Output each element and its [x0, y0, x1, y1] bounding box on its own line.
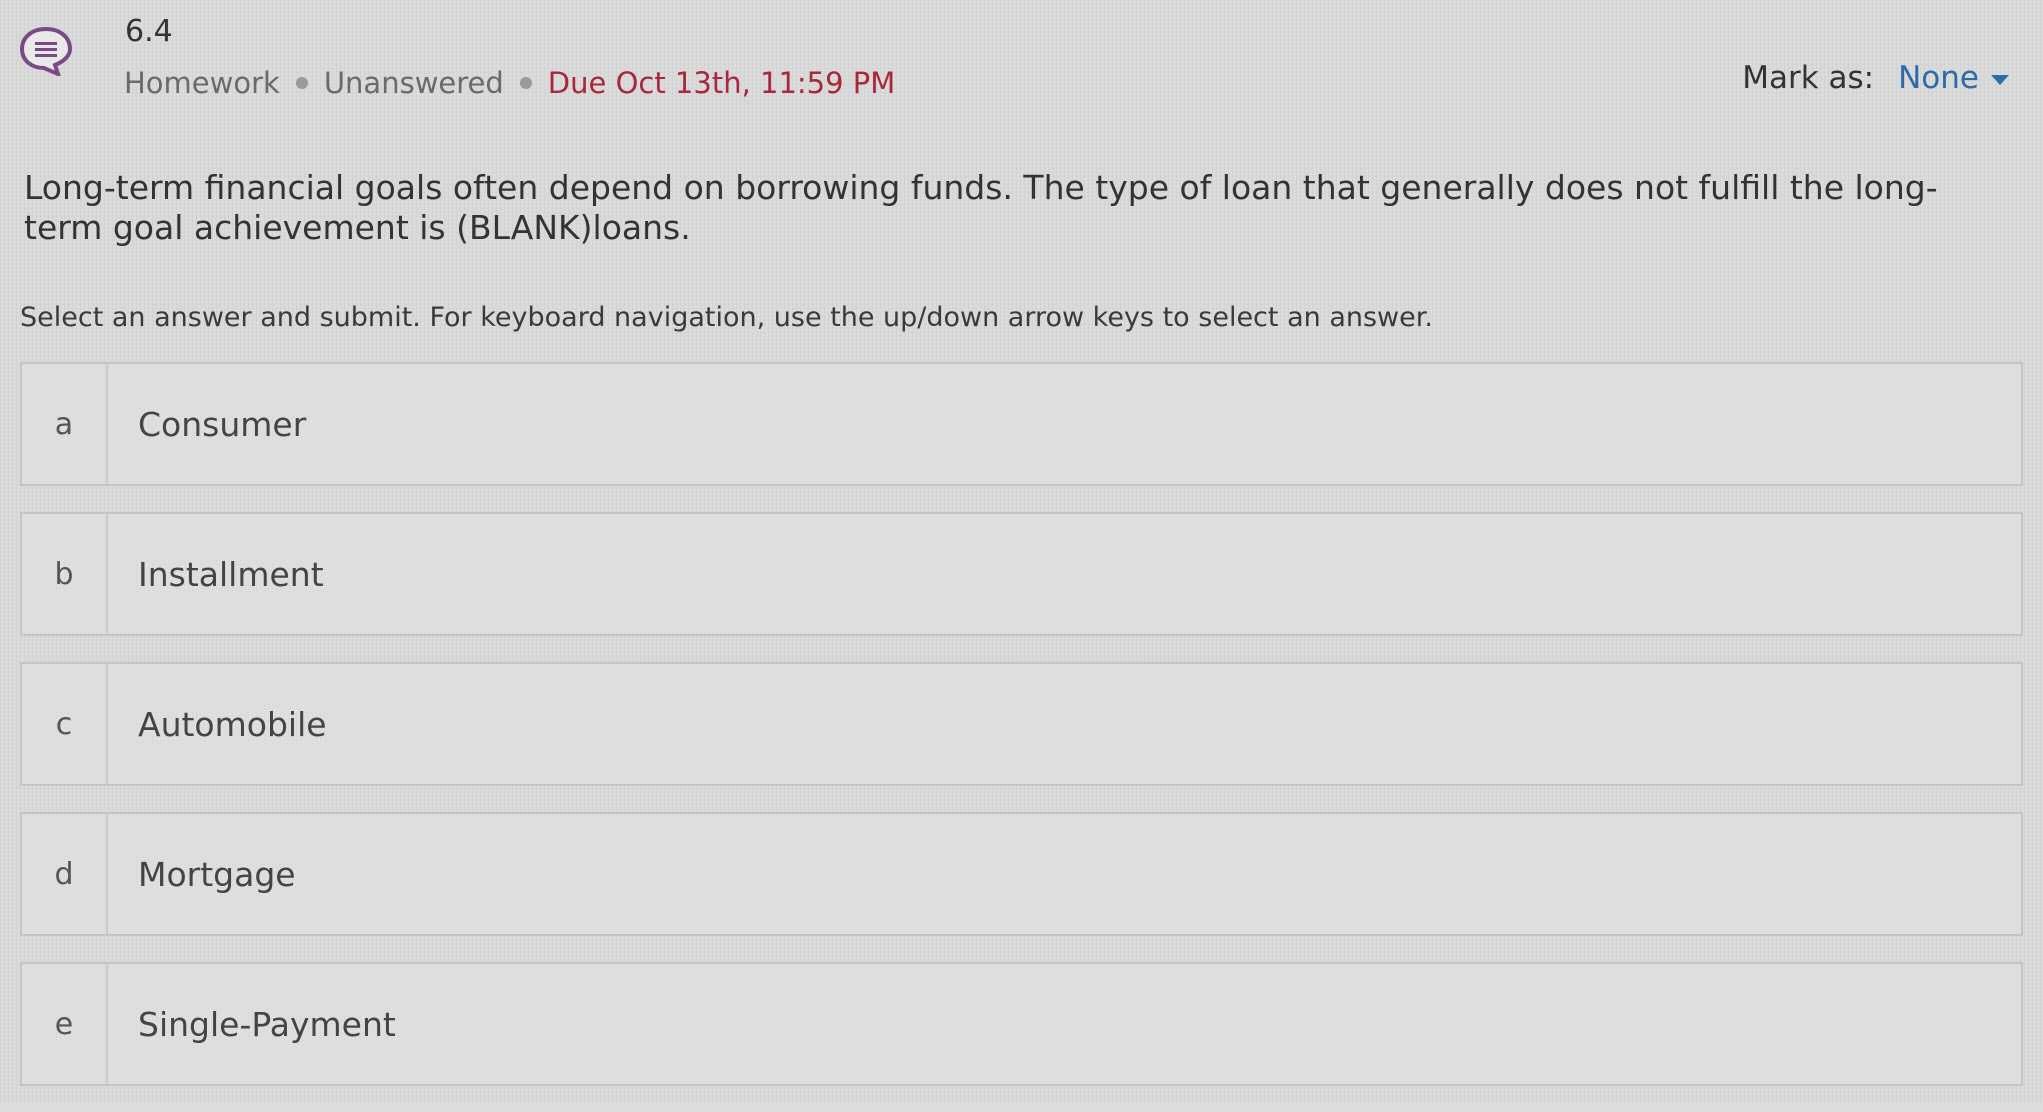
separator-dot — [519, 77, 532, 89]
instructions-text: Select an answer and submit. For keyboar… — [20, 302, 1433, 333]
chevron-down-icon[interactable] — [1991, 75, 2009, 85]
answer-letter: e — [22, 964, 108, 1084]
answer-text: Consumer — [138, 404, 307, 444]
answer-text: Installment — [138, 554, 324, 594]
answer-option-d[interactable]: d Mortgage — [20, 812, 2023, 936]
question-number: 6.4 — [125, 14, 173, 49]
question-chat-icon — [19, 26, 73, 76]
answer-status: Unanswered — [323, 66, 504, 100]
answer-letter: c — [22, 664, 108, 784]
separator-dot — [295, 77, 308, 89]
answer-text: Mortgage — [138, 854, 296, 894]
answer-option-e[interactable]: e Single-Payment — [20, 962, 2023, 1086]
mark-as-label: Mark as: — [1742, 60, 1875, 96]
homework-question-page: 6.4 Homework Unanswered Due Oct 13th, 11… — [0, 0, 2043, 1103]
answer-option-c[interactable]: c Automobile — [20, 662, 2023, 786]
mark-as-dropdown[interactable]: None — [1898, 60, 1979, 96]
mark-as-control: Mark as: None — [1742, 60, 2009, 96]
answer-list: a Consumer b Installment c Automobile d … — [20, 362, 2023, 1112]
answer-text: Automobile — [138, 704, 327, 744]
answer-letter: a — [22, 364, 108, 484]
assignment-type: Homework — [124, 66, 280, 100]
answer-option-a[interactable]: a Consumer — [20, 362, 2023, 486]
answer-letter: d — [22, 814, 108, 934]
due-date: Due Oct 13th, 11:59 PM — [547, 66, 896, 100]
answer-option-b[interactable]: b Installment — [20, 512, 2023, 636]
question-text: Long-term financial goals often depend o… — [24, 168, 1938, 247]
answer-letter: b — [22, 514, 108, 634]
question-meta: Homework Unanswered Due Oct 13th, 11:59 … — [124, 66, 895, 100]
answer-text: Single-Payment — [138, 1004, 396, 1044]
